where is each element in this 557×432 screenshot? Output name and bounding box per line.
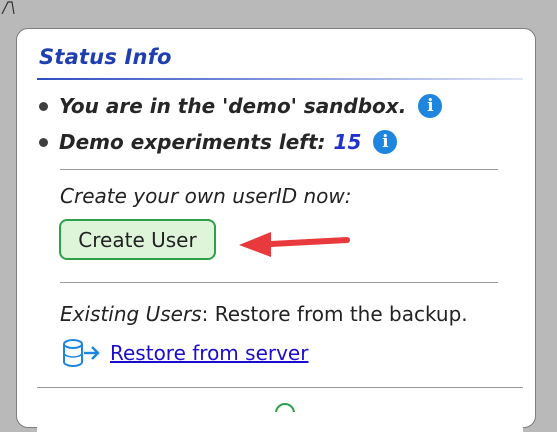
bullet-icon [39,101,48,111]
bullet-icon [39,137,48,147]
divider [37,387,523,388]
title-underline [37,78,523,80]
red-arrow-icon [239,232,350,257]
divider [60,169,498,170]
status-info-panel: Status Info You are in the 'demo' sandbo… [16,28,536,432]
experiments-count: 15 [333,130,362,154]
divider [60,282,498,283]
sandbox-text: You are in the 'demo' sandbox. [59,94,407,118]
window-corner-mark [1,1,15,14]
restore-row: Restore from server [62,337,308,369]
panel-title: Status Info [39,45,172,69]
existing-users-label: Existing Users [60,302,202,326]
database-restore-icon[interactable] [62,338,102,368]
experiments-label: Demo experiments left: [59,130,326,154]
sandbox-status-line: You are in the 'demo' sandbox. i [39,90,443,122]
info-icon[interactable]: i [418,94,443,118]
create-user-button[interactable]: Create User [59,219,216,260]
info-icon[interactable]: i [373,130,398,154]
experiments-status-line: Demo experiments left: 15 i [39,126,398,158]
existing-users-text: : Restore from the backup. [201,302,468,326]
existing-users-line: Existing Users: Restore from the backup. [60,302,468,326]
create-user-prompt: Create your own userID now: [60,184,352,208]
restore-from-server-link[interactable]: Restore from server [110,341,308,365]
